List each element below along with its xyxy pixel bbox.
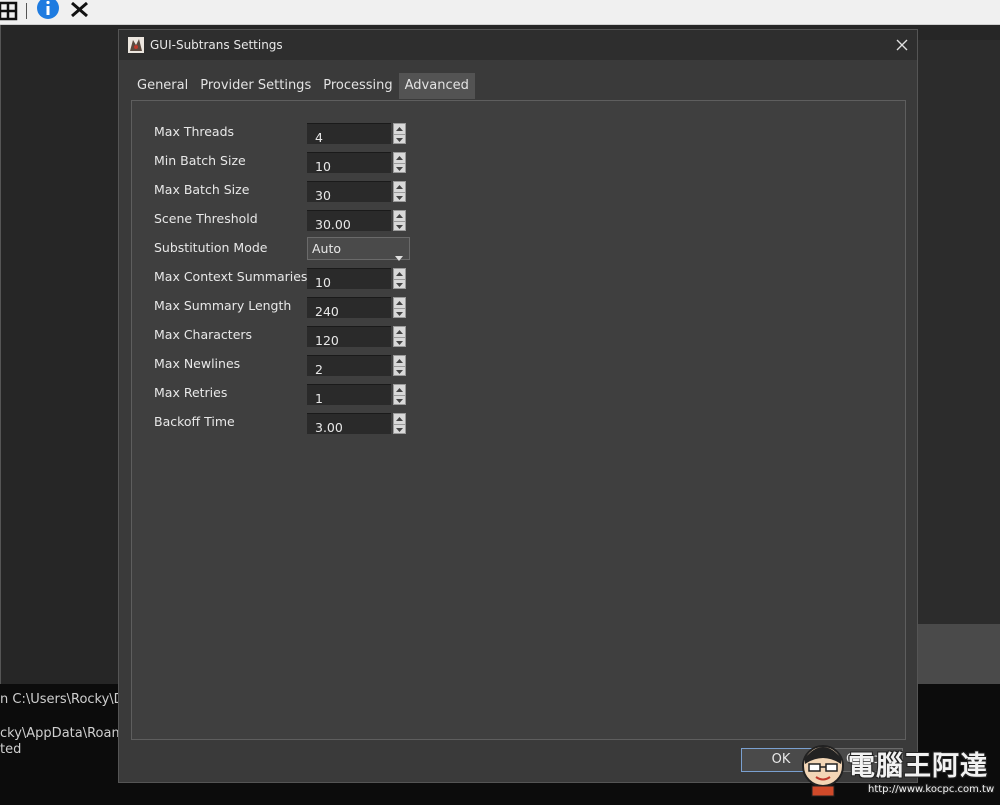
dialog-title: GUI-Subtrans Settings — [150, 38, 283, 52]
setting-row-max-summary-length: Max Summary Length 240 — [154, 297, 454, 321]
spinbox-buttons[interactable] — [393, 123, 406, 144]
spin-down-icon[interactable] — [394, 279, 405, 290]
spinbox-value[interactable]: 120 — [307, 326, 391, 347]
setting-row-substitution-mode: Substitution Mode Auto — [154, 237, 454, 263]
max-summary-length-spinbox[interactable]: 240 — [307, 297, 407, 318]
chevron-down-icon — [395, 246, 403, 265]
setting-label: Min Batch Size — [154, 153, 246, 168]
spinbox-value[interactable]: 1 — [307, 384, 391, 405]
spinbox-buttons[interactable] — [393, 384, 406, 405]
console-line: ted — [0, 742, 22, 757]
spin-up-icon[interactable] — [394, 327, 405, 337]
tab-advanced[interactable]: Advanced — [398, 73, 475, 99]
setting-row-scene-threshold: Scene Threshold 30.00 — [154, 210, 454, 234]
spinbox-value[interactable]: 240 — [307, 297, 391, 318]
setting-row-max-retries: Max Retries 1 — [154, 384, 454, 408]
spin-up-icon[interactable] — [394, 298, 405, 308]
spinbox-value[interactable]: 30.00 — [307, 210, 391, 231]
scene-threshold-spinbox[interactable]: 30.00 — [307, 210, 407, 231]
min-batch-size-spinbox[interactable]: 10 — [307, 152, 407, 173]
spin-up-icon[interactable] — [394, 385, 405, 395]
spin-up-icon[interactable] — [394, 414, 405, 424]
setting-label: Max Summary Length — [154, 298, 292, 313]
setting-label: Scene Threshold — [154, 211, 258, 226]
background-right-panel — [918, 40, 1000, 624]
setting-row-min-batch-size: Min Batch Size 10 — [154, 152, 454, 176]
setting-row-max-batch-size: Max Batch Size 30 — [154, 181, 454, 205]
spinbox-value[interactable]: 30 — [307, 181, 391, 202]
tools-icon[interactable] — [68, 0, 92, 22]
app-logo-icon — [128, 37, 144, 53]
max-threads-spinbox[interactable]: 4 — [307, 123, 407, 144]
spin-down-icon[interactable] — [394, 192, 405, 203]
setting-label: Max Context Summaries — [154, 269, 308, 284]
settings-tabs: General Provider Settings Processing Adv… — [131, 73, 475, 99]
spin-up-icon[interactable] — [394, 153, 405, 163]
spin-up-icon[interactable] — [394, 211, 405, 221]
info-icon[interactable] — [35, 0, 61, 22]
spin-down-icon[interactable] — [394, 308, 405, 319]
max-context-summaries-spinbox[interactable]: 10 — [307, 268, 407, 289]
tab-processing[interactable]: Processing — [317, 73, 398, 99]
advanced-settings-panel: Max Threads 4 Min Batch Size 10 Max Batc… — [131, 100, 906, 740]
spinbox-buttons[interactable] — [393, 413, 406, 434]
toolbar-separator — [26, 3, 27, 19]
setting-label: Backoff Time — [154, 414, 235, 429]
setting-row-max-newlines: Max Newlines 2 — [154, 355, 454, 379]
spin-up-icon[interactable] — [394, 269, 405, 279]
spinbox-value[interactable]: 2 — [307, 355, 391, 376]
grid-icon[interactable] — [0, 0, 22, 22]
spin-down-icon[interactable] — [394, 221, 405, 232]
max-characters-spinbox[interactable]: 120 — [307, 326, 407, 347]
spinbox-value[interactable]: 10 — [307, 268, 391, 289]
spin-down-icon[interactable] — [394, 366, 405, 377]
spinbox-buttons[interactable] — [393, 326, 406, 347]
console-line: cky\AppData\Roami — [0, 726, 128, 741]
backoff-time-spinbox[interactable]: 3.00 — [307, 413, 407, 434]
tab-provider-settings[interactable]: Provider Settings — [194, 73, 317, 99]
spin-down-icon[interactable] — [394, 337, 405, 348]
setting-label: Max Retries — [154, 385, 228, 400]
substitution-mode-dropdown[interactable]: Auto — [307, 237, 410, 261]
spin-down-icon[interactable] — [394, 134, 405, 145]
spinbox-buttons[interactable] — [393, 210, 406, 231]
setting-row-max-threads: Max Threads 4 — [154, 123, 454, 147]
spin-down-icon[interactable] — [394, 163, 405, 174]
tab-general[interactable]: General — [131, 73, 194, 99]
max-newlines-spinbox[interactable]: 2 — [307, 355, 407, 376]
settings-dialog: GUI-Subtrans Settings General Provider S… — [118, 29, 918, 783]
setting-label: Max Characters — [154, 327, 253, 342]
spin-up-icon[interactable] — [394, 182, 405, 192]
spin-down-icon[interactable] — [394, 395, 405, 406]
spin-down-icon[interactable] — [394, 424, 405, 435]
spinbox-buttons[interactable] — [393, 268, 406, 289]
dropdown-value: Auto — [312, 241, 342, 256]
dialog-titlebar[interactable]: GUI-Subtrans Settings — [119, 30, 917, 60]
close-icon — [896, 36, 908, 55]
spinbox-buttons[interactable] — [393, 152, 406, 173]
cancel-button[interactable]: Cancel — [833, 748, 903, 772]
spinbox-buttons[interactable] — [393, 297, 406, 318]
max-retries-spinbox[interactable]: 1 — [307, 384, 407, 405]
setting-label: Max Threads — [154, 124, 235, 139]
spinbox-value[interactable]: 4 — [307, 123, 391, 144]
setting-label: Max Newlines — [154, 356, 241, 371]
spinbox-value[interactable]: 3.00 — [307, 413, 391, 434]
setting-row-backoff-time: Backoff Time 3.00 — [154, 413, 454, 437]
spin-up-icon[interactable] — [394, 356, 405, 366]
max-batch-size-spinbox[interactable]: 30 — [307, 181, 407, 202]
background-toolbar — [0, 0, 1000, 25]
spinbox-value[interactable]: 10 — [307, 152, 391, 173]
spin-up-icon[interactable] — [394, 124, 405, 134]
console-line: n C:\Users\Rocky\Do — [0, 692, 132, 707]
setting-label: Substitution Mode — [154, 240, 268, 255]
setting-label: Max Batch Size — [154, 182, 250, 197]
close-button[interactable] — [887, 30, 917, 60]
spinbox-buttons[interactable] — [393, 355, 406, 376]
setting-row-max-characters: Max Characters 120 — [154, 326, 454, 350]
ok-button[interactable]: OK — [741, 748, 821, 772]
setting-row-max-context-summaries: Max Context Summaries 10 — [154, 268, 454, 292]
background-right-band — [918, 624, 1000, 684]
spinbox-buttons[interactable] — [393, 181, 406, 202]
